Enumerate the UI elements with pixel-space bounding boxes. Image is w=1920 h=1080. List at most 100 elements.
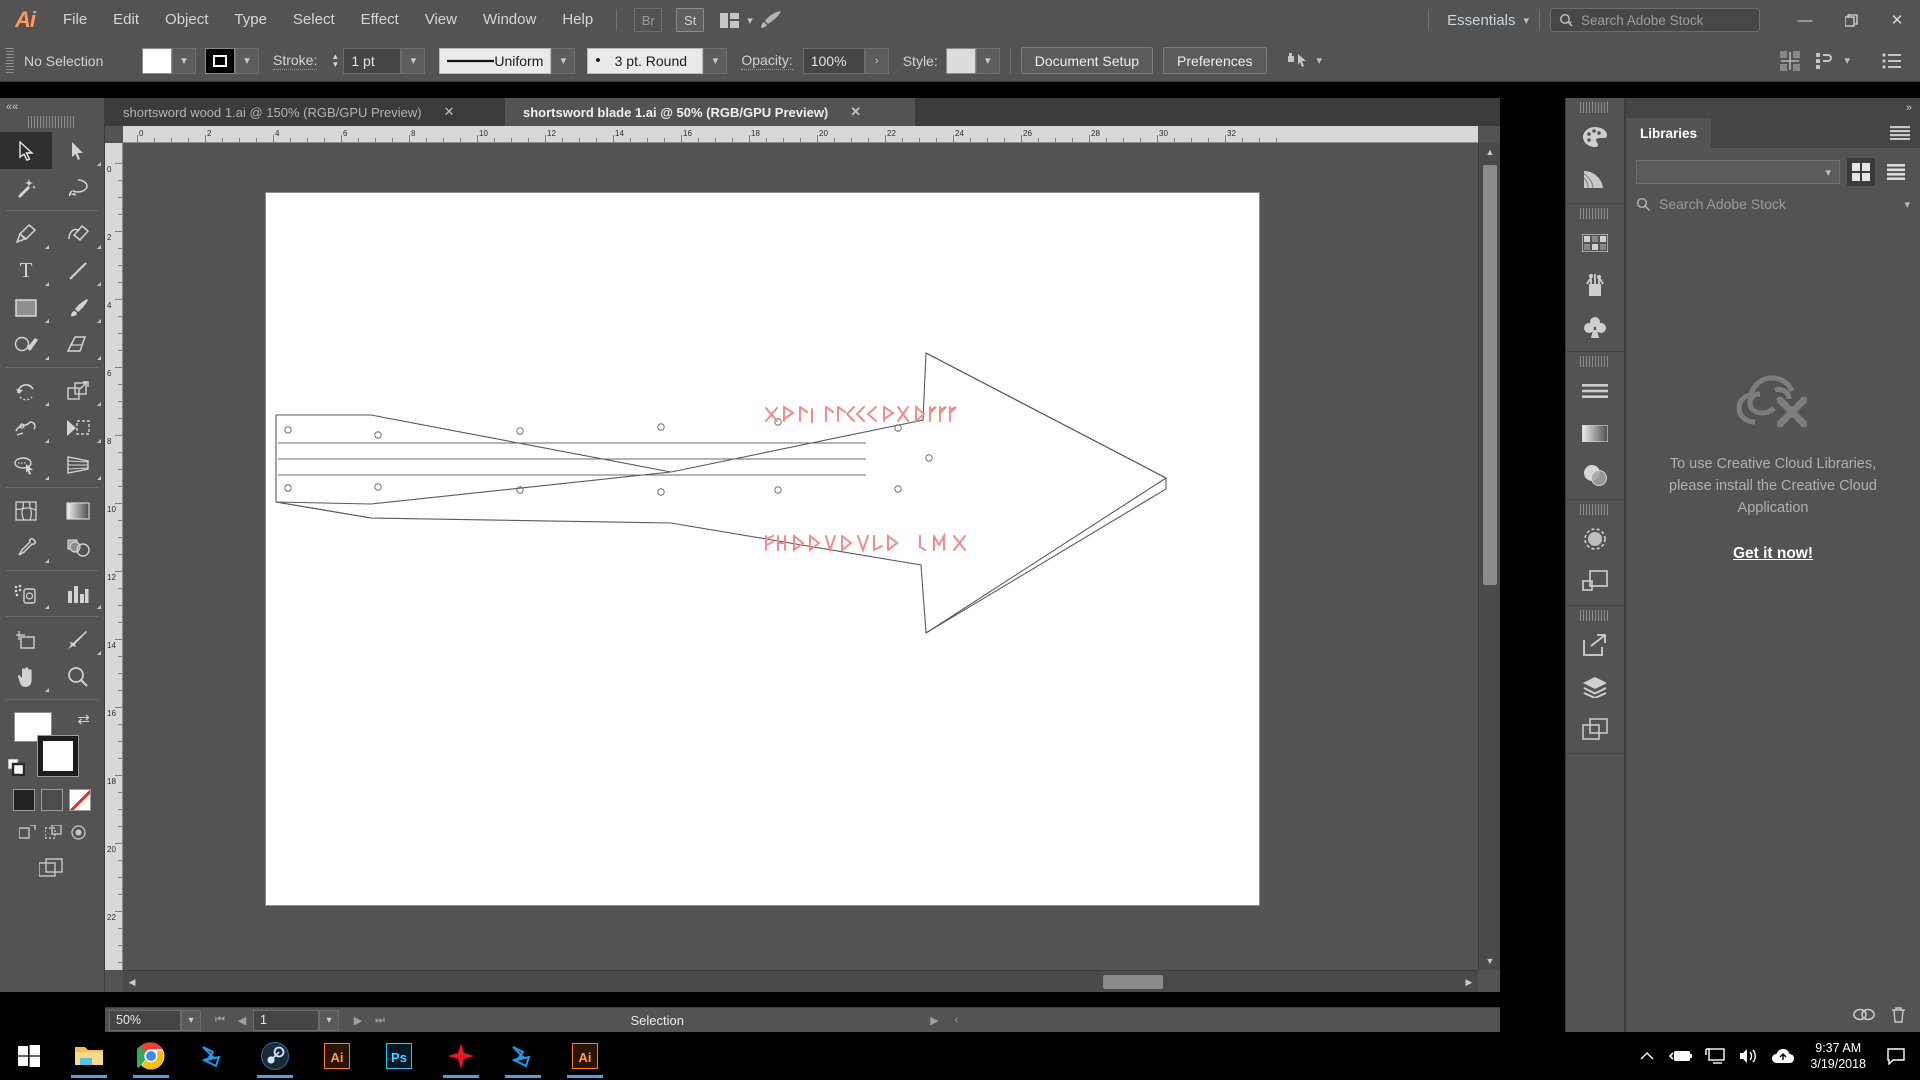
stroke-panel-icon[interactable] — [1566, 370, 1624, 412]
type-tool[interactable]: T — [0, 252, 52, 289]
control-bar-menu-icon[interactable] — [1877, 49, 1907, 73]
scroll-right-arrow-icon[interactable]: ▶ — [1460, 971, 1478, 993]
bridge-icon[interactable]: Br — [634, 8, 663, 32]
arrange-documents-icon[interactable] — [714, 8, 744, 32]
menu-object[interactable]: Object — [152, 0, 221, 40]
paintbrush-tool[interactable] — [52, 289, 104, 326]
menu-view[interactable]: View — [412, 0, 470, 40]
taskbar-blender-icon-2[interactable] — [492, 1032, 554, 1080]
arrange-chevron-down-icon[interactable]: ▾ — [747, 14, 753, 27]
zoom-level-chevron-down-icon[interactable]: ▾ — [181, 1009, 201, 1031]
toolbar-collapse-button[interactable]: «« — [0, 98, 104, 116]
grid-view-button[interactable] — [1847, 158, 1875, 186]
transform-chevron-down-icon[interactable]: ▾ — [1844, 54, 1850, 67]
width-tool[interactable] — [0, 409, 52, 446]
menu-help[interactable]: Help — [549, 0, 606, 40]
curvature-tool[interactable] — [52, 215, 104, 252]
volume-icon[interactable] — [1732, 1032, 1766, 1080]
stroke-weight-chevron-down-icon[interactable]: ▾ — [401, 47, 426, 74]
taskbar-illustrator-icon[interactable]: Ai — [306, 1032, 368, 1080]
dock-grip-3[interactable] — [1580, 356, 1610, 367]
dock-grip-4[interactable] — [1580, 504, 1610, 515]
stock-search-input[interactable]: Search Adobe Stock — [1550, 8, 1760, 32]
scroll-up-arrow-icon[interactable]: ▲ — [1479, 143, 1501, 161]
swatches-panel-icon[interactable] — [1566, 222, 1624, 264]
vertical-scrollbar[interactable]: ▲ ▼ — [1478, 143, 1500, 970]
horizontal-ruler[interactable]: 0 2 4 6 8 10 12 14 16 18 20 22 24 26 28 30 32 — [123, 126, 1478, 143]
taskbar-google-chrome-icon[interactable] — [120, 1032, 182, 1080]
taskbar-clock[interactable]: 9:37 AM 3/19/2018 — [1800, 1040, 1876, 1072]
library-search-row[interactable]: Search Adobe Stock ▾ — [1626, 192, 1920, 212]
status-menu-arrow-icon[interactable]: ▶ — [924, 1010, 946, 1031]
align-select-icon[interactable] — [1284, 49, 1314, 73]
display-icon[interactable] — [1698, 1032, 1732, 1080]
free-transform-tool[interactable] — [52, 409, 104, 446]
zoom-tool[interactable] — [52, 658, 104, 695]
fill-dropdown-chevron-down-icon[interactable]: ▾ — [172, 47, 196, 74]
line-segment-tool[interactable] — [52, 252, 104, 289]
toolbar-grip[interactable] — [28, 116, 76, 128]
perspective-grid-tool[interactable] — [52, 446, 104, 483]
menu-file[interactable]: File — [50, 0, 100, 40]
transform-panel-icon[interactable] — [1811, 49, 1841, 73]
selection-tool[interactable] — [0, 132, 52, 169]
gradient-mode-button[interactable] — [41, 789, 63, 811]
graphic-style-swatch[interactable] — [945, 47, 976, 74]
menu-window[interactable]: Window — [470, 0, 549, 40]
show-hidden-icons-chevron-up-icon[interactable] — [1630, 1032, 1664, 1080]
taskbar-substance-icon[interactable] — [430, 1032, 492, 1080]
document-tab-1[interactable]: shortsword wood 1.ai @ 150% (RGB/GPU Pre… — [105, 98, 505, 126]
taskbar-photoshop-icon[interactable]: Ps — [368, 1032, 430, 1080]
graphic-styles-panel-icon[interactable] — [1566, 560, 1624, 602]
document-setup-button[interactable]: Document Setup — [1020, 47, 1154, 74]
layers-panel-icon[interactable] — [1566, 666, 1624, 708]
workspace-chevron-down-icon[interactable]: ▾ — [1523, 14, 1529, 27]
window-minimize-button[interactable]: — — [1782, 0, 1828, 40]
menu-effect[interactable]: Effect — [348, 0, 412, 40]
brushes-panel-icon[interactable] — [1566, 264, 1624, 306]
stock-icon[interactable]: St — [676, 8, 705, 32]
eyedropper-tool[interactable] — [0, 529, 52, 566]
window-restore-button[interactable] — [1828, 0, 1874, 40]
taskbar-file-explorer-icon[interactable] — [58, 1032, 120, 1080]
previous-artboard-button[interactable]: ◀ — [231, 1010, 253, 1031]
onedrive-icon[interactable] — [1766, 1032, 1800, 1080]
tab-libraries[interactable]: Libraries — [1626, 118, 1712, 148]
zoom-level-input[interactable]: 50% — [109, 1009, 181, 1031]
dock-grip-1[interactable] — [1580, 102, 1610, 113]
action-center-icon[interactable] — [1876, 1032, 1916, 1080]
next-artboard-button[interactable]: ▶ — [347, 1010, 369, 1031]
stroke-profile-chevron-down-icon[interactable]: ▾ — [551, 47, 576, 74]
menu-select[interactable]: Select — [280, 0, 348, 40]
symbol-sprayer-tool[interactable] — [0, 575, 52, 612]
scale-tool[interactable] — [52, 372, 104, 409]
menu-type[interactable]: Type — [221, 0, 280, 40]
dock-grip-2[interactable] — [1580, 208, 1610, 219]
vertical-scroll-thumb[interactable] — [1483, 165, 1497, 585]
document-tab-1-close-icon[interactable]: ✕ — [444, 104, 455, 120]
sync-libraries-icon[interactable] — [1853, 1007, 1875, 1027]
swap-fill-stroke-icon[interactable]: ⇄ — [77, 710, 90, 728]
panel-expand-icon[interactable]: » — [1906, 102, 1912, 114]
stroke-weight-input[interactable]: 1 pt — [343, 47, 402, 74]
canvas-viewport[interactable] — [123, 143, 1478, 970]
document-tab-2-close-icon[interactable]: ✕ — [850, 104, 861, 120]
lasso-tool[interactable] — [52, 169, 104, 206]
toolbar-stroke-swatch[interactable] — [37, 735, 79, 777]
horizontal-scrollbar[interactable]: ◀ ▶ — [123, 970, 1478, 992]
shaper-tool[interactable] — [0, 326, 52, 363]
workspace-label[interactable]: Essentials — [1439, 12, 1523, 29]
vertical-ruler[interactable]: 0 2 4 6 8 10 12 14 16 18 20 22 — [105, 143, 123, 970]
get-it-now-link[interactable]: Get it now! — [1733, 545, 1813, 563]
hand-tool[interactable] — [0, 658, 52, 695]
gradient-tool[interactable] — [52, 492, 104, 529]
screen-mode-button[interactable] — [0, 858, 104, 878]
none-mode-button[interactable] — [69, 789, 91, 811]
fill-color-swatch[interactable] — [142, 47, 172, 74]
last-artboard-button[interactable]: ⏭ — [369, 1010, 391, 1031]
opacity-input[interactable]: 100% — [802, 47, 865, 74]
horizontal-scroll-thumb[interactable] — [1103, 975, 1163, 989]
eraser-tool[interactable] — [52, 326, 104, 363]
scroll-left-arrow-icon[interactable]: ◀ — [123, 971, 141, 993]
default-fill-stroke-icon[interactable] — [7, 758, 26, 781]
